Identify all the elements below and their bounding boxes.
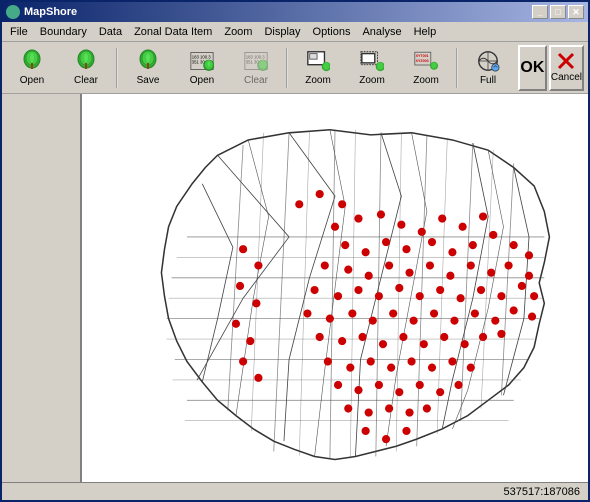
save-data-button[interactable]: Save	[122, 45, 174, 91]
main-window: MapShore _ □ ✕ File Boundary Data Zonal …	[0, 0, 590, 502]
map-container[interactable]	[82, 94, 588, 482]
menu-bar: File Boundary Data Zonal Data Item Zoom …	[2, 22, 588, 42]
status-bar: 537517:187086	[2, 482, 588, 500]
title-bar-buttons: _ □ ✕	[532, 5, 584, 19]
open-data-label: Open	[190, 75, 214, 86]
svg-text:XYT001: XYT001	[416, 54, 429, 58]
zoom-out-button[interactable]: Zoom	[346, 45, 398, 91]
menu-zonal-data-item[interactable]: Zonal Data Item	[128, 24, 218, 40]
menu-display[interactable]: Display	[258, 24, 306, 40]
clear-data-button[interactable]: 183 100.3 351 30.10 Clear	[230, 45, 282, 91]
coordinates-display: 537517:187086	[504, 486, 580, 498]
main-area	[2, 94, 588, 482]
cancel-label: Cancel	[551, 72, 582, 83]
separator-1	[116, 48, 118, 88]
toolbar: Open Clear	[2, 42, 588, 94]
window-title: MapShore	[24, 6, 532, 18]
svg-text:183 100.3: 183 100.3	[192, 54, 212, 59]
save-label: Save	[137, 75, 160, 86]
menu-boundary[interactable]: Boundary	[34, 24, 93, 40]
left-panel	[2, 94, 82, 482]
clear-boundary-label: Clear	[74, 75, 98, 86]
menu-zoom[interactable]: Zoom	[218, 24, 258, 40]
ok-button[interactable]: OK	[518, 45, 547, 91]
zoom-xy-button[interactable]: XYT001 XYZ003 Zoom	[400, 45, 452, 91]
zoom-out-label: Zoom	[359, 75, 385, 86]
full-zoom-button[interactable]: Full	[462, 45, 514, 91]
zoom-in-icon	[306, 49, 330, 73]
zoom-in-button[interactable]: Zoom	[292, 45, 344, 91]
save-data-icon	[136, 49, 160, 73]
open-boundary-button[interactable]: Open	[6, 45, 58, 91]
menu-help[interactable]: Help	[408, 24, 443, 40]
zoom-xy-label: Zoom	[413, 75, 439, 86]
clear-data-label: Clear	[244, 75, 268, 86]
menu-options[interactable]: Options	[307, 24, 357, 40]
menu-file[interactable]: File	[4, 24, 34, 40]
full-zoom-icon	[476, 49, 500, 73]
title-bar: MapShore _ □ ✕	[2, 2, 588, 22]
ok-label: OK	[520, 59, 544, 77]
borough-boundaries	[161, 130, 549, 460]
cancel-icon	[557, 52, 575, 70]
zoom-out-icon	[360, 49, 384, 73]
open-boundary-label: Open	[20, 75, 44, 86]
zoom-in-label: Zoom	[305, 75, 331, 86]
svg-text:183 100.3: 183 100.3	[246, 54, 266, 59]
app-icon	[6, 5, 20, 19]
clear-boundary-icon	[74, 49, 98, 73]
maximize-button[interactable]: □	[550, 5, 566, 19]
cancel-button[interactable]: Cancel	[549, 45, 584, 91]
menu-data[interactable]: Data	[93, 24, 128, 40]
svg-text:XYZ003: XYZ003	[416, 59, 429, 63]
full-zoom-label: Full	[480, 75, 496, 86]
clear-data-icon: 183 100.3 351 30.10	[244, 49, 268, 73]
separator-2	[286, 48, 288, 88]
open-boundary-icon	[20, 49, 44, 73]
separator-3	[456, 48, 458, 88]
open-data-button[interactable]: 183 100.3 351 30.10 Open	[176, 45, 228, 91]
open-data-icon: 183 100.3 351 30.10	[190, 49, 214, 73]
zoom-xy-icon: XYT001 XYZ003	[414, 49, 438, 73]
clear-boundary-button[interactable]: Clear	[60, 45, 112, 91]
close-button[interactable]: ✕	[568, 5, 584, 19]
map-view[interactable]	[82, 94, 588, 482]
minimize-button[interactable]: _	[532, 5, 548, 19]
menu-analyse[interactable]: Analyse	[356, 24, 407, 40]
